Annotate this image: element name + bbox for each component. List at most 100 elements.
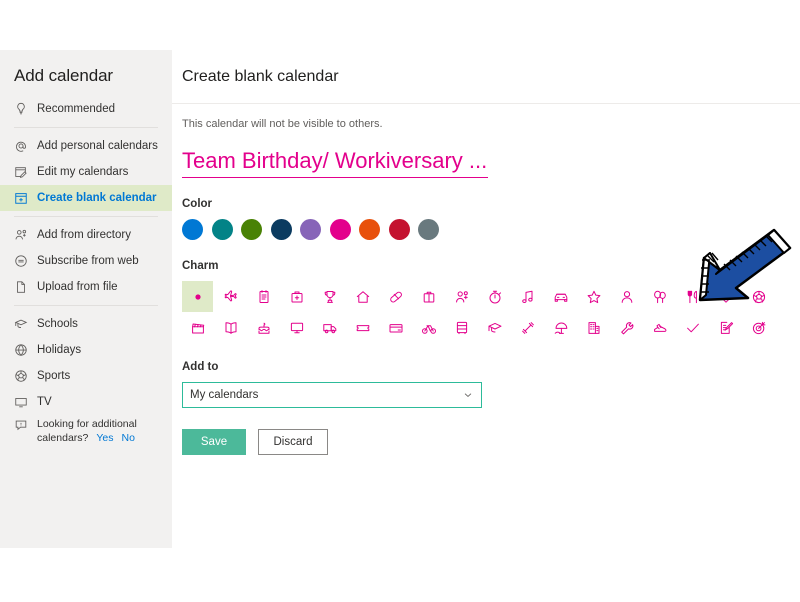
- calendar-name-input[interactable]: [182, 148, 488, 178]
- airplane-icon: [224, 289, 237, 301]
- sidebar-item-label: Edit my calendars: [37, 166, 129, 178]
- sidebar-item-recommended[interactable]: Recommended: [0, 96, 172, 122]
- monitor-icon: [290, 322, 303, 333]
- sidebar-item-label: Holidays: [37, 344, 82, 356]
- edit-calendar-icon: [14, 165, 28, 179]
- person-add-icon: [455, 290, 468, 302]
- visibility-notice: This calendar will not be visible to oth…: [182, 118, 383, 130]
- at-sign-icon: [14, 139, 28, 153]
- first-aid-kit-icon: [291, 291, 302, 302]
- balloons-icon: [653, 290, 666, 303]
- charm-notepad[interactable]: [248, 281, 279, 312]
- sidebar-separator: [14, 127, 158, 128]
- credit-card-icon: [389, 323, 402, 332]
- page-title: Create blank calendar: [182, 68, 339, 85]
- charm-monitor[interactable]: [281, 312, 312, 343]
- add-to-select[interactable]: My calendars: [182, 382, 482, 408]
- sidebar-separator: [14, 305, 158, 306]
- feedback-yes-link[interactable]: Yes: [96, 432, 113, 444]
- color-swatch-green[interactable]: [241, 219, 262, 240]
- charm-airplane[interactable]: [215, 281, 246, 312]
- charm-soccer-ball[interactable]: [743, 281, 774, 312]
- charm-credit-card[interactable]: [380, 312, 411, 343]
- charm-book[interactable]: [215, 312, 246, 343]
- charm-checkmark[interactable]: [677, 312, 708, 343]
- checkmark-icon: [686, 323, 699, 332]
- charm-graduation-cap[interactable]: [479, 312, 510, 343]
- sidebar-item-holidays[interactable]: Holidays: [0, 337, 172, 363]
- charm-dot[interactable]: [182, 281, 213, 312]
- trophy-icon: [324, 290, 335, 303]
- charm-utensils[interactable]: [677, 281, 708, 312]
- lightbulb-icon: [14, 102, 28, 116]
- discard-button[interactable]: Discard: [258, 429, 328, 455]
- charm-edit-note[interactable]: [710, 312, 741, 343]
- sidebar-item-label: Sports: [37, 370, 71, 382]
- charm-running-shoe[interactable]: [644, 312, 675, 343]
- color-swatch-row: [182, 219, 800, 240]
- charm-target[interactable]: [743, 312, 774, 343]
- charm-wrench[interactable]: [611, 312, 642, 343]
- charm-first-aid-kit[interactable]: [281, 281, 312, 312]
- color-swatch-red[interactable]: [388, 219, 410, 240]
- charm-pill[interactable]: [380, 281, 411, 312]
- sidebar-item-sports[interactable]: Sports: [0, 363, 172, 389]
- sidebar-item-upload-from-file[interactable]: Upload from file: [0, 274, 172, 300]
- color-swatch-blue[interactable]: [182, 219, 203, 240]
- add-calendar-icon: [14, 191, 28, 205]
- charm-building[interactable]: [578, 312, 609, 343]
- charm-clapperboard[interactable]: [182, 312, 213, 343]
- star-icon: [587, 290, 600, 303]
- sidebar-item-edit-my-calendars[interactable]: Edit my calendars: [0, 159, 172, 185]
- feedback-icon: [14, 418, 28, 432]
- target-icon: [752, 321, 765, 334]
- color-swatch-orange[interactable]: [359, 219, 380, 240]
- charm-truck[interactable]: [314, 312, 345, 343]
- notepad-icon: [259, 289, 268, 303]
- color-swatch-teal[interactable]: [211, 219, 233, 240]
- charm-stopwatch[interactable]: [479, 281, 510, 312]
- charm-trophy[interactable]: [314, 281, 345, 312]
- sidebar-item-schools[interactable]: Schools: [0, 311, 172, 337]
- charm-section-label: Charm: [182, 260, 219, 272]
- color-swatch-magenta[interactable]: [329, 219, 351, 240]
- sidebar-item-add-personal-calendars[interactable]: Add personal calendars: [0, 133, 172, 159]
- charm-bus[interactable]: [446, 312, 477, 343]
- charm-briefcase[interactable]: [413, 281, 444, 312]
- charm-home[interactable]: [347, 281, 378, 312]
- charm-person-add[interactable]: [446, 281, 477, 312]
- person-add-icon: [14, 228, 28, 242]
- charm-beach-umbrella[interactable]: [545, 312, 576, 343]
- charm-star[interactable]: [578, 281, 609, 312]
- pill-icon: [389, 291, 402, 302]
- stopwatch-icon: [489, 290, 501, 303]
- sidebar-item-add-from-directory[interactable]: Add from directory: [0, 222, 172, 248]
- sidebar-group-4: Schools Holidays Sports TV: [0, 311, 172, 415]
- feedback-no-link[interactable]: No: [122, 432, 135, 444]
- color-swatch-navy[interactable]: [270, 219, 292, 240]
- charm-ticket[interactable]: [347, 312, 378, 343]
- globe-icon: [14, 343, 28, 357]
- charm-balloons[interactable]: [644, 281, 675, 312]
- sidebar-separator: [14, 216, 158, 217]
- sidebar-item-create-blank-calendar[interactable]: Create blank calendar: [0, 185, 172, 211]
- car-icon: [554, 293, 567, 302]
- charm-music-note[interactable]: [512, 281, 543, 312]
- main-panel: Create blank calendar This calendar will…: [172, 50, 800, 548]
- charm-bicycle[interactable]: [413, 312, 444, 343]
- ticket-icon: [356, 324, 369, 331]
- charm-dumbbell[interactable]: [512, 312, 543, 343]
- save-button[interactable]: Save: [182, 429, 246, 455]
- sidebar-item-subscribe-from-web[interactable]: Subscribe from web: [0, 248, 172, 274]
- charm-birthday-cake[interactable]: [248, 312, 279, 343]
- color-swatch-gray[interactable]: [418, 219, 439, 240]
- charm-heart[interactable]: [710, 281, 741, 312]
- sidebar-item-tv[interactable]: TV: [0, 389, 172, 415]
- color-swatch-purple[interactable]: [300, 219, 321, 240]
- building-icon: [588, 321, 599, 334]
- charm-car[interactable]: [545, 281, 576, 312]
- heart-icon: [719, 291, 732, 303]
- tv-icon: [14, 395, 28, 409]
- charm-person[interactable]: [611, 281, 642, 312]
- sidebar-item-label: Create blank calendar: [37, 192, 157, 204]
